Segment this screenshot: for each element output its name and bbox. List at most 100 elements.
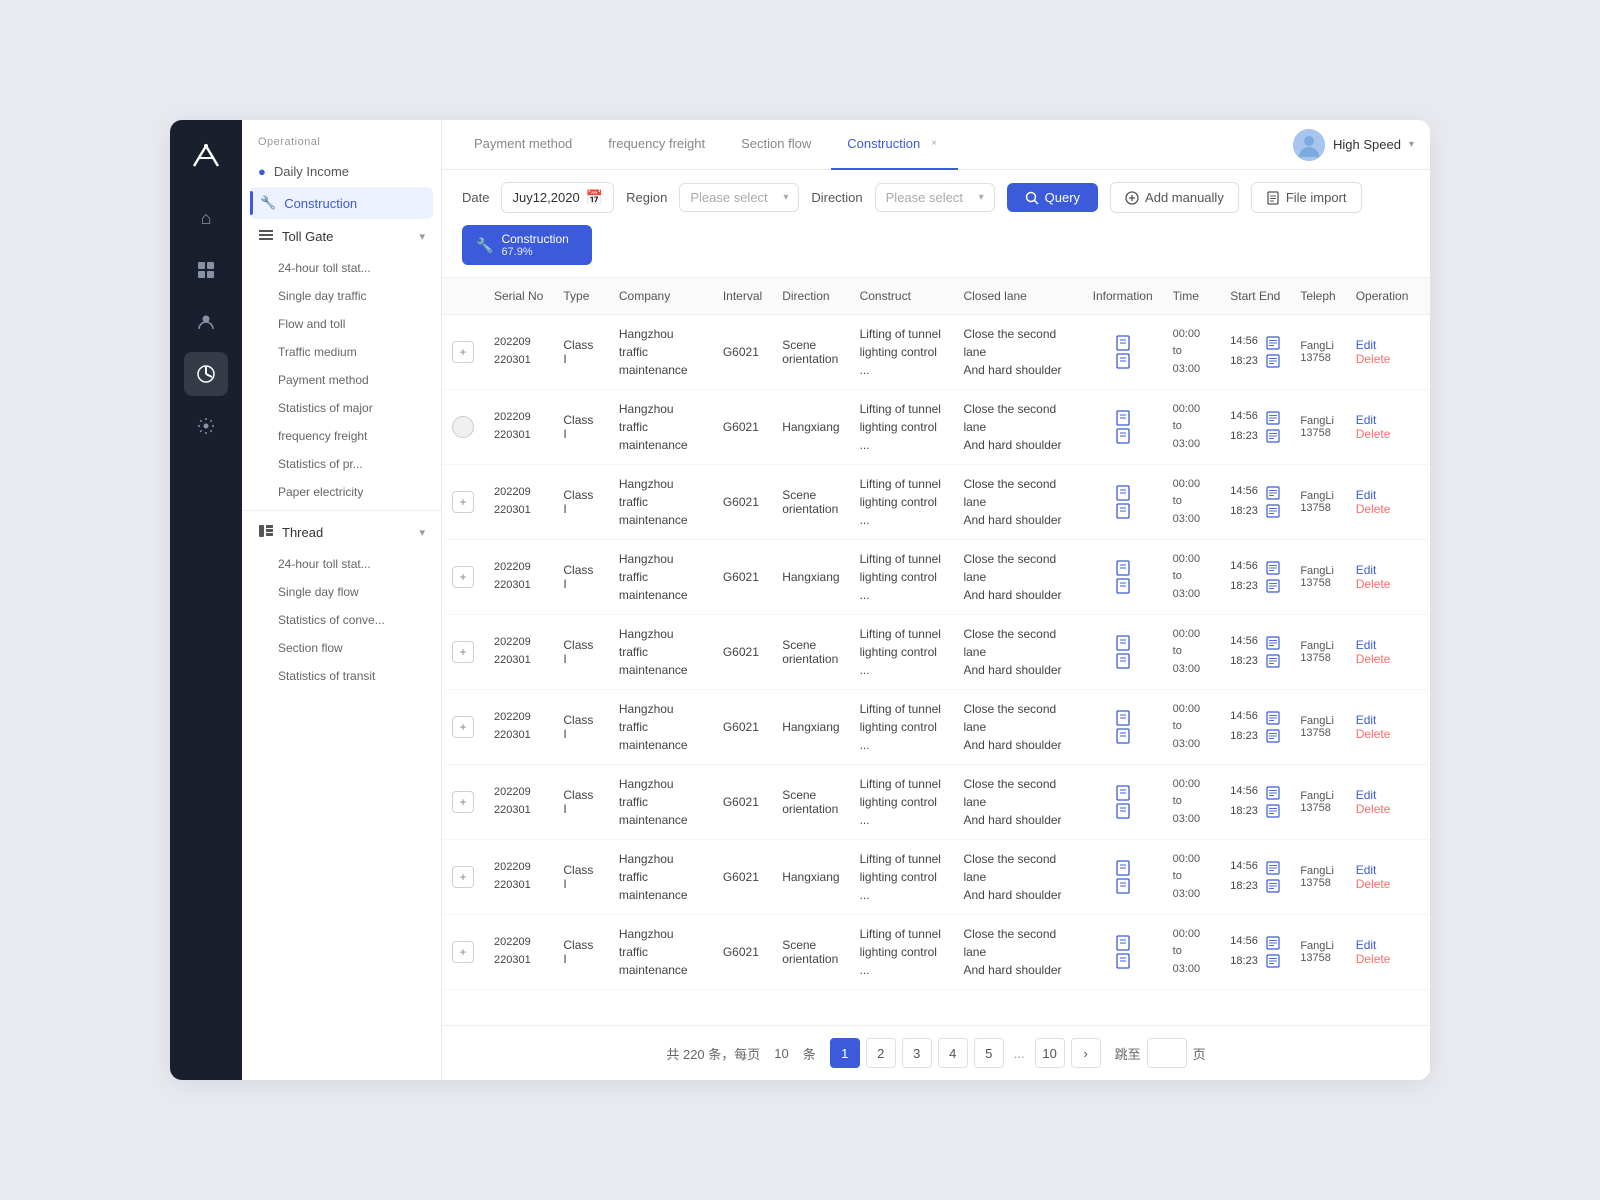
direction-select[interactable]: Please select ▾ xyxy=(875,183,995,212)
nav-settings-icon[interactable] xyxy=(184,404,228,448)
nav-user-icon[interactable] xyxy=(184,300,228,344)
nav-chart-icon[interactable] xyxy=(184,352,228,396)
cell-time: 00:00 to03:00 xyxy=(1163,465,1221,540)
sidebar-sub-paper-electricity[interactable]: Paper electricity xyxy=(242,478,441,506)
page-next-btn[interactable]: › xyxy=(1071,1038,1101,1068)
sidebar-sub-24hr-toll-stat2[interactable]: 24-hour toll stat... xyxy=(242,550,441,578)
cell-direction: Sceneorientation xyxy=(772,465,849,540)
edit-btn[interactable]: Edit xyxy=(1356,938,1377,952)
tab-construction-close[interactable]: × xyxy=(926,136,942,152)
delete-btn[interactable]: Delete xyxy=(1356,577,1391,591)
tab-payment-method[interactable]: Payment method xyxy=(458,120,588,170)
sidebar-sub-frequency-freight[interactable]: frequency freight xyxy=(242,422,441,450)
sidebar-item-toll-gate[interactable]: Toll Gate ▾ xyxy=(242,219,441,254)
edit-btn[interactable]: Edit xyxy=(1356,413,1377,427)
row-expand-btn[interactable]: + xyxy=(452,491,474,513)
page-btn-4[interactable]: 4 xyxy=(938,1038,968,1068)
cell-time: 00:00 to03:00 xyxy=(1163,915,1221,990)
cell-information[interactable] xyxy=(1083,915,1163,990)
delete-btn[interactable]: Delete xyxy=(1356,502,1391,516)
page-btn-last[interactable]: 10 xyxy=(1035,1038,1065,1068)
sidebar-sub-statistics-major[interactable]: Statistics of major xyxy=(242,394,441,422)
daily-income-icon: ● xyxy=(258,164,266,179)
delete-btn[interactable]: Delete xyxy=(1356,952,1391,966)
edit-btn[interactable]: Edit xyxy=(1356,338,1377,352)
delete-btn[interactable]: Delete xyxy=(1356,802,1391,816)
row-expand-btn[interactable]: + xyxy=(452,791,474,813)
row-expand-btn[interactable]: + xyxy=(452,941,474,963)
nav-home-icon[interactable]: ⌂ xyxy=(184,196,228,240)
cell-information[interactable] xyxy=(1083,690,1163,765)
region-select[interactable]: Please select ▾ xyxy=(679,183,799,212)
edit-btn[interactable]: Edit xyxy=(1356,863,1377,877)
edit-btn[interactable]: Edit xyxy=(1356,638,1377,652)
sidebar-sub-statistics-conve[interactable]: Statistics of conve... xyxy=(242,606,441,634)
file-import-button[interactable]: File import xyxy=(1251,182,1362,213)
date-input[interactable]: Juy12,2020 📅 xyxy=(501,182,614,213)
sidebar-sub-section-flow[interactable]: Section flow xyxy=(242,634,441,662)
row-expand-btn[interactable]: + xyxy=(452,566,474,588)
cell-construct: Lifting of tunnellighting control ... xyxy=(850,690,954,765)
sidebar-sub-flow-toll[interactable]: Flow and toll xyxy=(242,310,441,338)
cell-serial: 202209220301 xyxy=(484,540,553,615)
search-icon xyxy=(1025,191,1039,205)
cell-information[interactable] xyxy=(1083,390,1163,465)
delete-btn[interactable]: Delete xyxy=(1356,427,1391,441)
cell-construct: Lifting of tunnellighting control ... xyxy=(850,915,954,990)
sidebar-sub-payment-method[interactable]: Payment method xyxy=(242,366,441,394)
cell-information[interactable] xyxy=(1083,840,1163,915)
thread-icon xyxy=(258,523,274,542)
edit-small-icon xyxy=(1266,561,1280,575)
row-expand-btn[interactable]: + xyxy=(452,866,474,888)
sidebar-sub-single-day-flow[interactable]: Single day flow xyxy=(242,578,441,606)
page-btn-1[interactable]: 1 xyxy=(830,1038,860,1068)
sidebar-sub-statistics-pr[interactable]: Statistics of pr... xyxy=(242,450,441,478)
edit-btn[interactable]: Edit xyxy=(1356,488,1377,502)
sidebar-item-construction[interactable]: 🔧 Construction xyxy=(250,187,433,219)
cell-information[interactable] xyxy=(1083,765,1163,840)
sidebar-sub-traffic-medium[interactable]: Traffic medium xyxy=(242,338,441,366)
query-button[interactable]: Query xyxy=(1007,183,1098,212)
cell-information[interactable] xyxy=(1083,540,1163,615)
add-manually-button[interactable]: Add manually xyxy=(1110,182,1239,213)
cell-interval: G6021 xyxy=(713,690,772,765)
row-expand-btn[interactable]: + xyxy=(452,341,474,363)
nav-grid-icon[interactable] xyxy=(184,248,228,292)
col-header-time: Time xyxy=(1163,278,1221,315)
cell-information[interactable] xyxy=(1083,465,1163,540)
edit-btn[interactable]: Edit xyxy=(1356,563,1377,577)
goto-input[interactable] xyxy=(1147,1038,1187,1068)
row-expand-btn[interactable]: + xyxy=(452,641,474,663)
edit-btn[interactable]: Edit xyxy=(1356,713,1377,727)
table-row: 202209220301 Class I Hangzhou trafficmai… xyxy=(442,390,1430,465)
user-avatar xyxy=(1293,129,1325,161)
main-content: Payment method frequency freight Section… xyxy=(442,120,1430,1080)
cell-closed: Close the second laneAnd hard shoulder xyxy=(953,315,1082,390)
info-doc2-icon xyxy=(1115,953,1131,969)
row-expand-btn[interactable]: + xyxy=(452,716,474,738)
delete-btn[interactable]: Delete xyxy=(1356,652,1391,666)
tab-section-flow[interactable]: Section flow xyxy=(725,120,827,170)
page-btn-5[interactable]: 5 xyxy=(974,1038,1004,1068)
cell-company: Hangzhou trafficmaintenance xyxy=(609,915,713,990)
page-btn-2[interactable]: 2 xyxy=(866,1038,896,1068)
cell-information[interactable] xyxy=(1083,615,1163,690)
edit-btn[interactable]: Edit xyxy=(1356,788,1377,802)
tab-construction[interactable]: Construction × xyxy=(831,120,958,170)
sidebar-sub-statistics-transit[interactable]: Statistics of transit xyxy=(242,662,441,690)
delete-btn[interactable]: Delete xyxy=(1356,352,1391,366)
cell-operation: Edit Delete xyxy=(1346,840,1430,915)
row-expand-btn[interactable] xyxy=(452,416,474,438)
page-btn-3[interactable]: 3 xyxy=(902,1038,932,1068)
col-header-interval: Interval xyxy=(713,278,772,315)
user-area[interactable]: High Speed ▾ xyxy=(1293,129,1414,161)
delete-btn[interactable]: Delete xyxy=(1356,727,1391,741)
sidebar-item-thread[interactable]: Thread ▾ xyxy=(242,515,441,550)
tab-frequency-freight[interactable]: frequency freight xyxy=(592,120,721,170)
delete-btn[interactable]: Delete xyxy=(1356,877,1391,891)
construction-progress-button[interactable]: 🔧 Construction 67.9% xyxy=(462,225,592,265)
sidebar-item-daily-income[interactable]: ● Daily Income xyxy=(242,156,441,187)
cell-information[interactable] xyxy=(1083,315,1163,390)
sidebar-sub-single-day[interactable]: Single day traffic xyxy=(242,282,441,310)
sidebar-sub-24hr-toll[interactable]: 24-hour toll stat... xyxy=(242,254,441,282)
